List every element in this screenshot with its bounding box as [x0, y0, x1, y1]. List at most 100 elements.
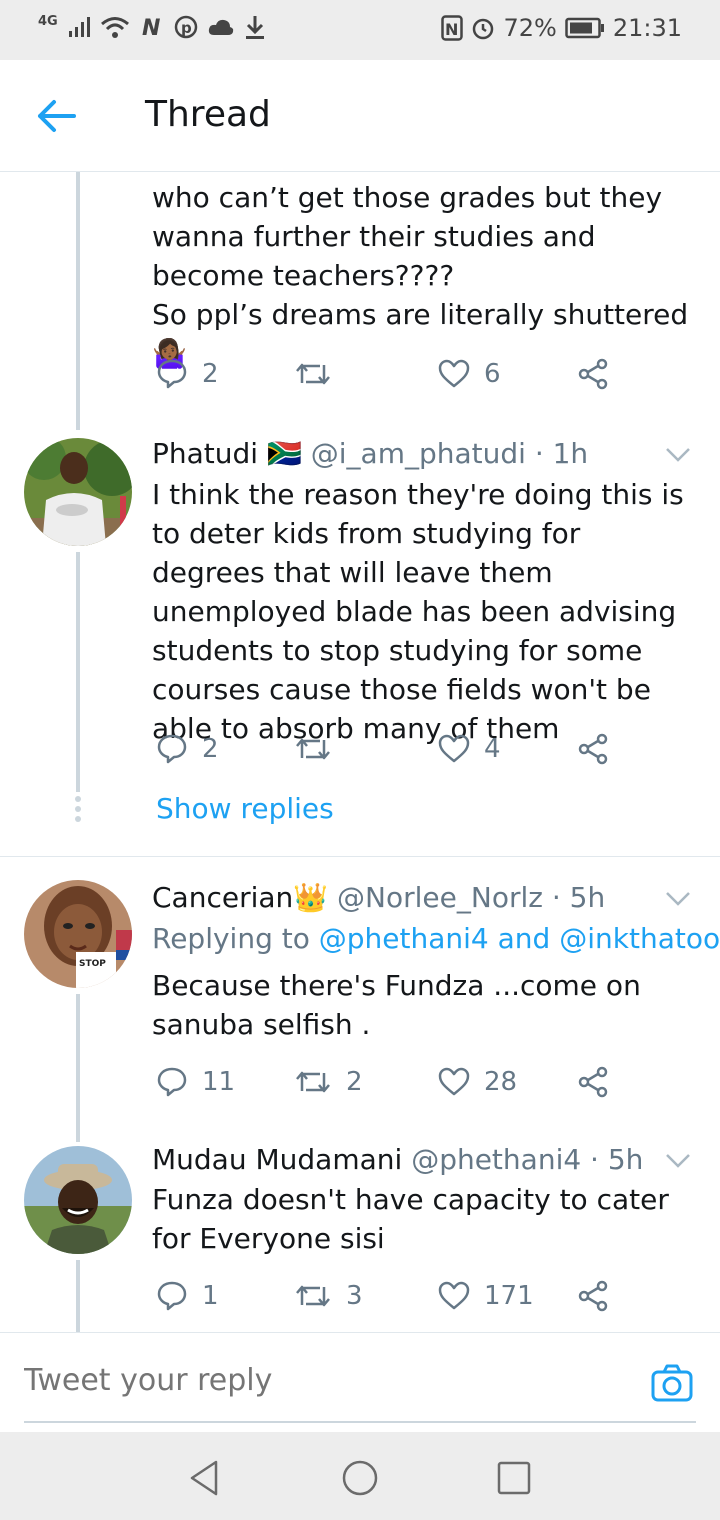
- home-circle-icon[interactable]: [340, 1458, 380, 1498]
- thread-line: [76, 1260, 80, 1332]
- tweet-actions: 2 6: [152, 352, 622, 396]
- show-replies-link[interactable]: Show replies: [156, 792, 334, 825]
- handle-timestamp: @i_am_phatudi · 1h: [310, 437, 589, 470]
- reply-button[interactable]: 2: [156, 352, 219, 396]
- avatar[interactable]: [24, 438, 132, 546]
- back-triangle-icon[interactable]: [186, 1458, 226, 1498]
- wifi-icon: [100, 17, 129, 38]
- reply-button[interactable]: 11: [156, 1060, 235, 1104]
- like-count: 4: [484, 734, 501, 764]
- retweet-icon: [296, 1071, 330, 1093]
- like-button[interactable]: 4: [438, 727, 501, 771]
- retweet-button[interactable]: [294, 727, 346, 771]
- tweet-text: Because there's Fundza ...come on sanuba…: [152, 969, 641, 1041]
- tweet-header: Mudau Mudamani @phethani4 · 5h: [152, 1142, 660, 1178]
- chevron-down-icon[interactable]: [664, 1152, 692, 1170]
- network-label: 4G: [38, 13, 58, 29]
- reply-button[interactable]: 2: [156, 727, 219, 771]
- share-icon: [578, 1280, 608, 1312]
- like-button[interactable]: 6: [438, 352, 501, 396]
- like-count: 171: [484, 1281, 534, 1311]
- clock: 21:31: [612, 14, 682, 42]
- tweet-actions: 11 2 28: [152, 1060, 622, 1104]
- mention-link[interactable]: @inkthatoo: [559, 922, 720, 955]
- share-button[interactable]: [578, 1274, 610, 1318]
- heart-icon: [438, 1281, 470, 1310]
- retweet-icon: [296, 1285, 330, 1307]
- svg-text:N: N: [142, 16, 160, 39]
- more-dots: [73, 796, 83, 826]
- arrow-left-icon[interactable]: [34, 94, 78, 138]
- chevron-down-icon[interactable]: [664, 446, 692, 464]
- camera-icon[interactable]: [650, 1361, 694, 1405]
- svg-text:STOP: STOP: [79, 959, 106, 969]
- thread-line: [76, 172, 80, 430]
- recents-square-icon[interactable]: [494, 1458, 534, 1498]
- like-count: 6: [484, 359, 501, 389]
- tweet-text: who can’t get those grades but they wann…: [152, 181, 689, 370]
- heart-icon: [438, 1067, 470, 1096]
- share-icon: [578, 358, 608, 390]
- reply-composer: [0, 1332, 720, 1432]
- tweet-header: Phatudi 🇿🇦 @i_am_phatudi · 1h: [152, 436, 660, 472]
- share-button[interactable]: [578, 1060, 610, 1104]
- handle-timestamp: @phethani4 · 5h: [411, 1143, 644, 1176]
- n-app-icon: N: [142, 16, 160, 39]
- header: Thread: [0, 60, 720, 172]
- thread-line: [76, 994, 80, 1142]
- reply-input[interactable]: [24, 1363, 584, 1398]
- mention-and: and: [497, 922, 551, 955]
- retweet-icon: [296, 738, 330, 760]
- pinterest-icon: p: [174, 15, 197, 39]
- heart-icon: [438, 359, 470, 388]
- display-name[interactable]: Phatudi 🇿🇦: [152, 437, 302, 470]
- input-underline: [24, 1421, 696, 1423]
- download-icon: [245, 16, 264, 39]
- display-name[interactable]: Mudau Mudamani: [152, 1143, 402, 1176]
- nfc-icon: N: [441, 15, 464, 41]
- share-icon: [578, 1066, 608, 1098]
- battery-percent: 72%: [503, 14, 557, 42]
- battery-icon: [565, 17, 604, 39]
- avatar[interactable]: [24, 1146, 132, 1254]
- like-button[interactable]: 28: [438, 1060, 517, 1104]
- tweet-text: Funza doesn't have capacity to cater for…: [152, 1183, 669, 1255]
- avatar[interactable]: STOP: [24, 880, 132, 988]
- cloud-icon: [208, 19, 233, 35]
- mention-link[interactable]: @phethani4: [319, 922, 489, 955]
- retweet-button[interactable]: 3: [294, 1274, 363, 1318]
- tweet-text: I think the reason they're doing this is…: [152, 478, 684, 745]
- reply-count: 2: [202, 359, 219, 389]
- share-button[interactable]: [578, 727, 610, 771]
- reply-count: 11: [202, 1067, 236, 1097]
- chevron-down-icon[interactable]: [664, 890, 692, 908]
- like-count: 28: [484, 1067, 518, 1097]
- svg-text:N: N: [445, 20, 458, 39]
- replying-to: Replying to @phethani4 and @inkthatoo: [152, 922, 720, 955]
- heart-icon: [438, 734, 470, 763]
- retweet-button[interactable]: 2: [294, 1060, 363, 1104]
- retweet-count: 3: [346, 1281, 363, 1311]
- reply-icon: [157, 359, 187, 389]
- svg-text:p: p: [181, 19, 192, 37]
- share-icon: [578, 733, 608, 765]
- thread-line: [76, 552, 80, 792]
- retweet-button[interactable]: [294, 352, 346, 396]
- status-right: N 72% 21:31: [441, 14, 682, 42]
- reply-button[interactable]: 1: [156, 1274, 219, 1318]
- divider: [0, 856, 720, 857]
- reply-icon: [157, 1067, 187, 1097]
- page-title: Thread: [145, 94, 271, 135]
- share-button[interactable]: [578, 352, 610, 396]
- status-bar: 4G N p N 72% 21:31: [0, 0, 720, 60]
- tweet-header: Cancerian👑 @Norlee_Norlz · 5h: [152, 880, 660, 916]
- system-nav-bar: [0, 1432, 720, 1520]
- handle-timestamp: @Norlee_Norlz · 5h: [337, 881, 606, 914]
- tweet-actions: 1 3 171: [152, 1274, 622, 1318]
- reply-icon: [157, 734, 187, 764]
- reply-count: 2: [202, 734, 219, 764]
- like-button[interactable]: 171: [438, 1274, 534, 1318]
- display-name[interactable]: Cancerian👑: [152, 881, 328, 914]
- tweet-actions: 2 4: [152, 727, 622, 771]
- alarm-icon: [473, 18, 494, 40]
